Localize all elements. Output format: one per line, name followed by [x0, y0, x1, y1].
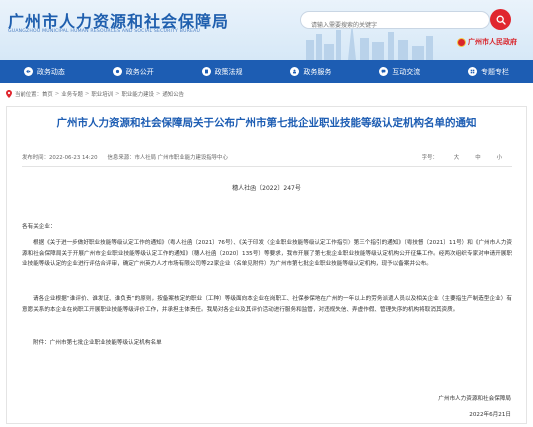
topic-icon: [468, 67, 478, 76]
font-size-small[interactable]: 小: [497, 153, 502, 161]
nav-label: 互动交流: [392, 67, 421, 76]
font-size-switcher: 字号： 大 中 小: [422, 153, 512, 161]
font-size-large[interactable]: 大: [454, 153, 459, 161]
nav-label: 政务公开: [125, 67, 154, 76]
breadcrumb: 当前位置： 首页 > 业务专题 > 职业培训 > 职业能力建设 > 通知公告: [6, 88, 184, 100]
signature-date: 2022年6月21日: [469, 412, 511, 418]
body-paragraph-2: 请各企业根据“谁评价、谁发证、谁负责”的原则，按备案核定的职业（工种）等级面向本…: [22, 296, 512, 313]
breadcrumb-item-home[interactable]: 首页: [42, 90, 53, 98]
gov-emblem-icon: [457, 37, 466, 47]
nav-item-interaction[interactable]: 互动交流: [355, 60, 444, 83]
chat-icon: [379, 67, 389, 76]
nav-label: 专题专栏: [481, 67, 510, 76]
salutation: 各有关企业：: [22, 224, 56, 230]
breadcrumb-separator: >: [114, 91, 120, 97]
article-meta: 发布时间：2022-06-23 14:20 信息来源：市人社局 广州市职业能力建…: [22, 151, 512, 163]
main-nav: 政务动态 政务公开 政策法规 政务服务 互动交流 专题专栏: [0, 60, 533, 83]
document-icon: [201, 67, 211, 76]
font-size-medium[interactable]: 中: [475, 153, 480, 161]
breadcrumb-prefix: 当前位置：: [15, 92, 42, 98]
meta-divider: [22, 166, 512, 167]
search-box[interactable]: [300, 11, 490, 35]
breadcrumb-separator: >: [54, 91, 60, 97]
gov-open-icon: [112, 67, 122, 76]
article-title: 广州市人力资源和社会保障局关于公布广州市第七批企业职业技能等级认定机构名单的通知: [56, 117, 477, 129]
font-size-label: 字号：: [421, 155, 438, 161]
nav-label: 政务服务: [303, 67, 332, 76]
nav-item-news[interactable]: 政务动态: [0, 60, 89, 83]
search-input[interactable]: [301, 16, 463, 35]
publish-time: 发布时间：2022-06-23 14:20: [22, 155, 98, 161]
signature-org: 广州市人力资源和社会保障局: [438, 396, 511, 402]
megaphone-icon: [23, 67, 33, 76]
breadcrumb-separator: >: [84, 91, 90, 97]
nav-item-service[interactable]: 政务服务: [266, 60, 355, 83]
breadcrumb-item-topics[interactable]: 业务专题: [61, 90, 83, 98]
breadcrumb-item-notices[interactable]: 通知公告: [162, 90, 184, 98]
search-button[interactable]: [490, 9, 511, 30]
nav-label: 政策法规: [214, 67, 243, 76]
search-icon: [496, 15, 506, 25]
location-pin-icon: [6, 90, 12, 98]
breadcrumb-item-training[interactable]: 职业培训: [91, 90, 113, 98]
body-paragraph-1: 根据《关于进一步做好职业技能等级认定工作的通知》（粤人社函〔2021〕76号）、…: [22, 240, 513, 267]
breadcrumb-item-skills[interactable]: 职业能力建设: [122, 90, 154, 98]
gov-portal-link[interactable]: 广州市人民政府: [457, 37, 517, 47]
document-number: 穗人社函〔2022〕247号: [232, 185, 301, 192]
site-title-english: GUANGZHOU MUNICIPAL HUMAN RESOURCES AND …: [8, 29, 201, 34]
nav-item-policy[interactable]: 政策法规: [178, 60, 267, 83]
nav-item-open-gov[interactable]: 政务公开: [89, 60, 178, 83]
nav-label: 政务动态: [36, 67, 65, 76]
info-source: 信息来源：市人社局 广州市职业能力建设指导中心: [107, 155, 228, 161]
nav-item-topics[interactable]: 专题专栏: [444, 60, 533, 83]
service-icon: [290, 67, 300, 76]
gov-portal-label: 广州市人民政府: [468, 38, 517, 46]
breadcrumb-separator: >: [155, 91, 161, 97]
attachment-link[interactable]: 附件：广州市第七批企业职业技能等级认定机构名单: [22, 338, 512, 349]
site-header: 广州市人力资源和社会保障局 GUANGZHOU MUNICIPAL HUMAN …: [0, 0, 533, 60]
